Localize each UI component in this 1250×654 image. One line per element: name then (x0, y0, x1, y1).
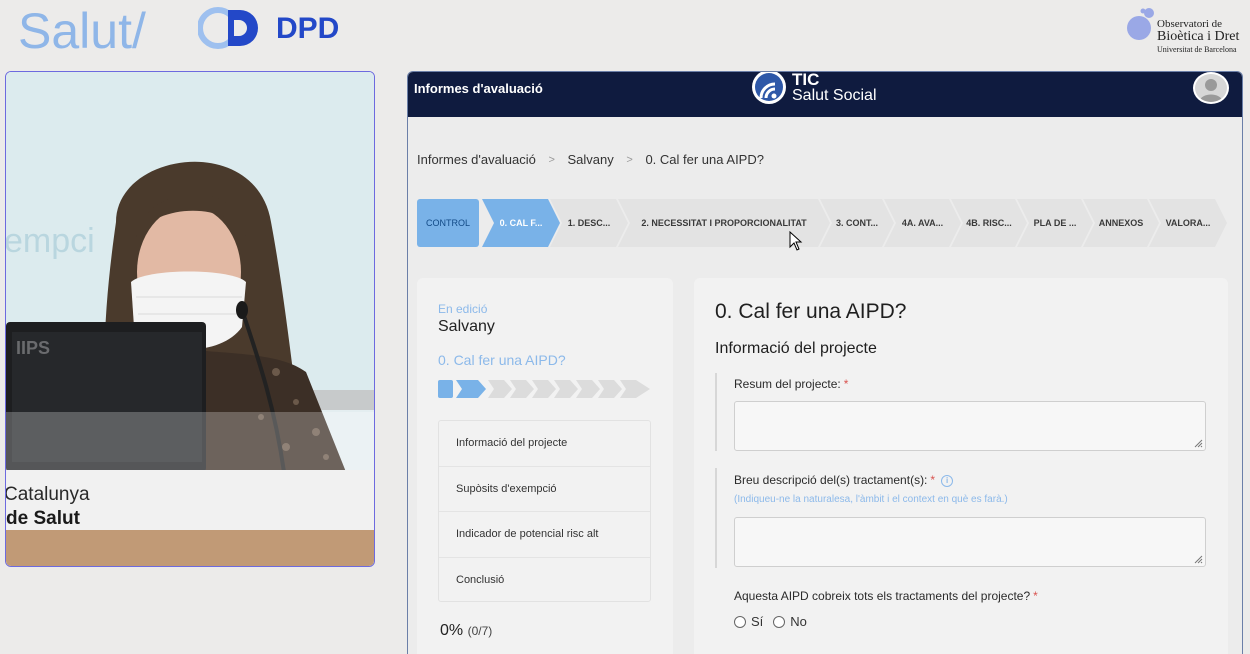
resize-handle-icon[interactable] (1193, 438, 1203, 448)
field-description-hint: (Indiqueu-ne la naturalesa, l'àmbit i el… (734, 494, 1008, 505)
field-description-label: Breu descripció del(s) tractament(s): * i (734, 473, 954, 487)
project-summary-textarea[interactable] (734, 401, 1206, 451)
completion-percent-value: 0% (440, 622, 464, 639)
svg-text:empci: empci (6, 222, 95, 260)
step-4b-riscos[interactable]: 4B. RISC... (951, 199, 1027, 247)
radio-no-label[interactable]: No (790, 614, 807, 629)
step-0-cal-fer[interactable]: 0. CAL F... (482, 199, 560, 247)
radio-yes-circle[interactable] (734, 615, 746, 628)
breadcrumb-chevron-icon: > (626, 153, 633, 166)
step-valoracio[interactable]: VALORA... (1149, 199, 1227, 247)
mouse-cursor-icon (789, 231, 803, 251)
radio-yes-label[interactable]: Sí (751, 614, 763, 629)
step-annexos[interactable]: ANNEXOS (1083, 199, 1159, 247)
step-pla-de[interactable]: PLA DE ... (1017, 199, 1093, 247)
required-mark: * (1033, 589, 1038, 603)
coverage-question-label: Aquesta AIPD cobreix tots els tractament… (734, 589, 1038, 603)
steps-bar: CONTROL 0. CAL F... 1. DESC... 2. NECESS… (417, 199, 1227, 247)
app-window: Informes d'avaluació TIC Salut Social In… (407, 71, 1243, 654)
coverage-radio-group: Sí No (734, 614, 807, 629)
mini-steps-progress (438, 380, 650, 398)
field-description-label-text: Breu descripció del(s) tractament(s): (734, 473, 928, 487)
step-4a-avaluacio[interactable]: 4A. AVA... (884, 199, 961, 247)
navbar-title[interactable]: Informes d'avaluació (414, 81, 543, 96)
progress-card: En edició Salvany 0. Cal fer una AIPD? I… (417, 278, 673, 654)
menu-item-suposits[interactable]: Supòsits d'exempció (439, 467, 650, 512)
completion-percent: 0% (0/7) (440, 622, 492, 640)
breadcrumb-chevron-icon: > (548, 153, 555, 166)
step-3-context[interactable]: 3. CONT... (820, 199, 894, 247)
breadcrumb-item-current: 0. Cal fer una AIPD? (645, 152, 764, 168)
dpd-brand: DPD (276, 12, 340, 45)
project-name: Salvany (438, 318, 495, 335)
menu-item-informacio[interactable]: Informació del projecte (439, 421, 650, 467)
broadcast-header: Salut/ DPD Observatori de Bioètica i Dre… (0, 0, 1250, 64)
menu-item-indicador[interactable]: Indicador de potencial risc alt (439, 512, 650, 558)
salut-brand: Salut/ (18, 3, 146, 59)
form-title: 0. Cal fer una AIPD? (715, 300, 907, 323)
field-divider (715, 373, 717, 451)
menu-item-conclusio[interactable]: Conclusió (439, 558, 650, 604)
edit-status: En edició (438, 302, 488, 316)
field-summary-label: Resum del projecte: * (734, 377, 848, 391)
tic-logo-line2: Salut Social (792, 87, 877, 104)
section-menu: Informació del projecte Supòsits d'exemp… (438, 420, 651, 602)
tic-logo-icon (752, 72, 786, 104)
observatory-logo-icon (1127, 8, 1154, 40)
resize-handle-icon[interactable] (1193, 554, 1203, 564)
radio-yes[interactable]: Sí (734, 614, 763, 629)
svg-text:IIPS: IIPS (16, 338, 50, 358)
breadcrumb: Informes d'avaluació > Salvany > 0. Cal … (417, 151, 764, 167)
field-summary-label-text: Resum del projecte: (734, 377, 841, 391)
user-avatar[interactable] (1193, 72, 1229, 104)
podium-sign-line2: de Salut (6, 508, 80, 529)
coverage-question-text: Aquesta AIPD cobreix tots els tractament… (734, 589, 1031, 603)
current-section: 0. Cal fer una AIPD? (438, 352, 566, 368)
speaker-video: empci IIPS Catalunya de Salut (5, 71, 375, 567)
breadcrumb-item-reports[interactable]: Informes d'avaluació (417, 152, 536, 167)
form-subtitle: Informació del projecte (715, 340, 877, 357)
dpd-logo-icon (198, 7, 258, 49)
treatment-description-textarea[interactable] (734, 517, 1206, 567)
podium-sign-line1: Catalunya (5, 484, 90, 505)
info-icon[interactable]: i (941, 474, 954, 487)
radio-no-circle[interactable] (773, 615, 786, 628)
observatory-name: Observatori de Bioètica i Dret Universit… (1157, 18, 1247, 56)
breadcrumb-item-project[interactable]: Salvany (568, 152, 614, 167)
user-icon (1199, 79, 1223, 102)
required-mark: * (930, 473, 936, 487)
observatory-line2: Bioètica i Dret (1157, 29, 1240, 44)
radio-no[interactable]: No (773, 614, 807, 629)
form-card: 0. Cal fer una AIPD? Informació del proj… (694, 278, 1228, 654)
observatory-line3: Universitat de Barcelona (1157, 45, 1237, 54)
step-control[interactable]: CONTROL (417, 199, 479, 247)
step-1-descripcio[interactable]: 1. DESC... (550, 199, 628, 247)
app-navbar: Informes d'avaluació TIC Salut Social (408, 72, 1242, 117)
field-divider (715, 468, 717, 568)
completion-count: (0/7) (467, 624, 493, 638)
required-mark: * (843, 377, 849, 391)
